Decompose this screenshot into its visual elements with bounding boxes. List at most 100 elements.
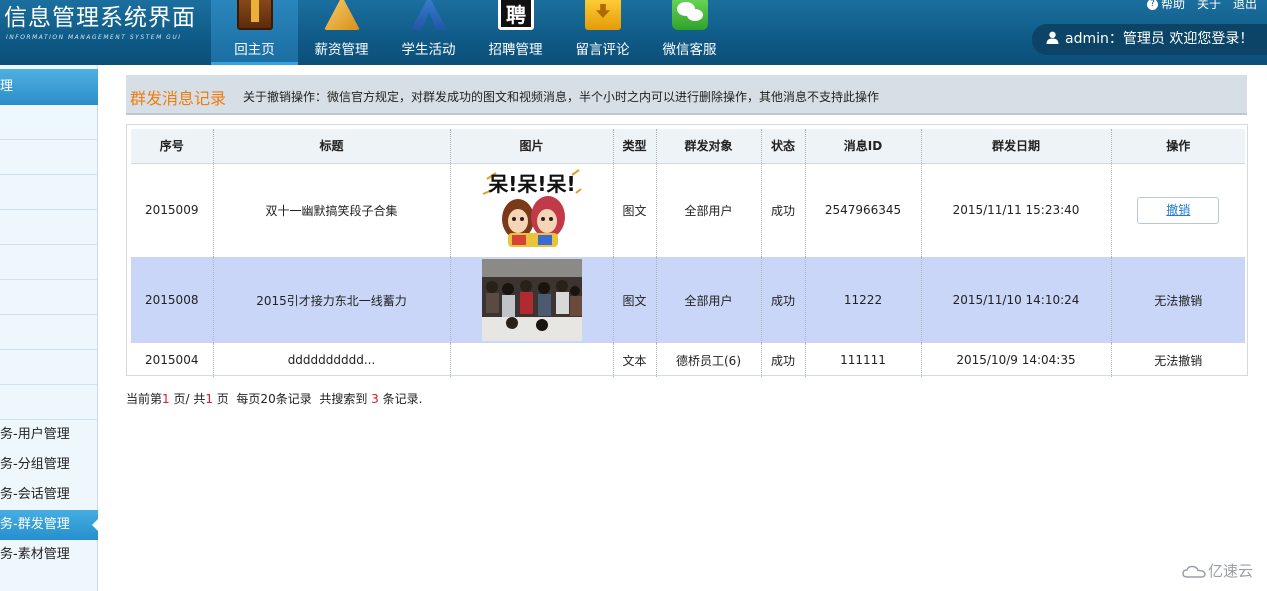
cell-target: 全部用户 <box>656 257 762 343</box>
table-header-row: 序号 标题 图片 类型 群发对象 状态 消息ID 群发日期 操作 <box>131 129 1245 164</box>
cell-date: 2015/11/11 15:23:40 <box>921 163 1112 257</box>
table-row[interactable]: 2015008 2015引才接力东北一线蓄力 图文 全部用户 成功 11222 … <box>131 257 1245 343</box>
cell-msgid: 11222 <box>805 257 922 343</box>
cloud-logo-icon <box>1182 565 1206 578</box>
logout-link[interactable]: 退出 <box>1233 0 1257 12</box>
pager-count: 3 <box>371 392 379 406</box>
sidebar-blank-item[interactable] <box>0 385 98 420</box>
cell-image: 呆!呆!呆! <box>450 163 614 257</box>
pager-current: 1 <box>162 392 170 406</box>
nav-wechat[interactable]: 微信客服 <box>646 0 733 65</box>
nav-salary-label: 薪资管理 <box>314 42 369 58</box>
cell-title: 2015引才接力东北一线蓄力 <box>213 257 451 343</box>
col-header-type[interactable]: 类型 <box>613 129 657 164</box>
sidebar-blank-item[interactable] <box>0 280 98 315</box>
nav-activity-label: 学生活动 <box>401 42 456 58</box>
nav-recruit-label: 招聘管理 <box>488 42 543 58</box>
pager-end: 条记录. <box>378 392 423 406</box>
cell-action: 无法撤销 <box>1154 353 1203 368</box>
col-header-msgid[interactable]: 消息ID <box>805 129 922 164</box>
compass-tools-icon <box>411 0 447 30</box>
nav-wechat-label: 微信客服 <box>662 42 717 58</box>
nav-home[interactable]: 回主页 <box>211 0 298 65</box>
pager-total: 1 <box>205 392 213 406</box>
watermark-text: 亿速云 <box>1208 562 1254 580</box>
cell-title: dddddddddd... <box>213 343 451 377</box>
app-subtitle: INFORMATION MANAGEMENT SYSTEM GUI <box>6 34 182 41</box>
table-row[interactable]: 2015004 dddddddddd... 文本 德桥员工(6) 成功 1111… <box>131 343 1245 377</box>
sidebar-header: 理 <box>0 69 98 105</box>
cell-image <box>450 343 614 377</box>
table-row[interactable]: 2015009 双十一幽默搞笑段子合集 呆!呆!呆! 图文 全部用户 成功 25… <box>131 163 1245 257</box>
cell-type: 文本 <box>613 343 657 377</box>
sidebar-blank-item[interactable] <box>0 245 98 280</box>
cell-msgid: 111111 <box>805 343 922 377</box>
sidebar: 理 务-用户管理 务-分组管理 务-会话管理 务-群发管理 务-素材管理 <box>0 65 98 591</box>
col-header-target[interactable]: 群发对象 <box>656 129 762 164</box>
cell-id: 2015004 <box>131 343 214 377</box>
col-header-date[interactable]: 群发日期 <box>921 129 1112 164</box>
cell-date: 2015/10/9 14:04:35 <box>921 343 1112 377</box>
help-link[interactable]: ? 帮助 <box>1146 0 1185 12</box>
cell-msgid: 2547966345 <box>805 163 922 257</box>
cell-status: 成功 <box>761 343 806 377</box>
cell-target: 全部用户 <box>656 163 762 257</box>
nav-comment[interactable]: 留言评论 <box>559 0 646 65</box>
sidebar-item-materials[interactable]: 务-素材管理 <box>0 540 98 570</box>
job-fair-crowd-photo[interactable] <box>481 259 582 341</box>
col-header-image[interactable]: 图片 <box>450 129 614 164</box>
nav-recruit[interactable]: 聘 招聘管理 <box>472 0 559 65</box>
ruler-triangle-icon <box>324 0 360 30</box>
cell-status: 成功 <box>761 257 806 343</box>
download-box-icon <box>585 0 621 30</box>
nav-salary[interactable]: 薪资管理 <box>298 0 385 65</box>
broadcast-table-container: 序号 标题 图片 类型 群发对象 状态 消息ID 群发日期 操作 2015009… <box>126 124 1248 377</box>
cell-status: 成功 <box>761 163 806 257</box>
cartoon-girls-image[interactable]: 呆!呆!呆! <box>481 169 582 252</box>
wechat-icon <box>672 0 708 30</box>
revoke-button[interactable]: 撤销 <box>1137 196 1220 224</box>
cell-type: 图文 <box>613 163 657 257</box>
sidebar-item-users[interactable]: 务-用户管理 <box>0 420 98 450</box>
sidebar-blank-item[interactable] <box>0 175 98 210</box>
top-links: ? 帮助 关于 退出 <box>1146 0 1257 12</box>
cell-date: 2015/11/10 14:10:24 <box>921 257 1112 343</box>
cell-image <box>450 257 614 343</box>
sidebar-blank-item[interactable] <box>0 350 98 385</box>
cell-action: 撤销 <box>1111 163 1245 257</box>
pager-suffix: 页 每页20条记录 共搜索到 <box>212 392 372 406</box>
sidebar-blank-item[interactable] <box>0 140 98 175</box>
sidebar-item-broadcast[interactable]: 务-群发管理 <box>0 510 98 540</box>
help-icon: ? <box>1146 0 1158 10</box>
cell-action: 无法撤销 <box>1111 257 1245 343</box>
book-icon <box>237 0 273 30</box>
recruit-character-icon: 聘 <box>498 0 534 30</box>
nav-activity[interactable]: 学生活动 <box>385 0 472 65</box>
sidebar-item-groups[interactable]: 务-分组管理 <box>0 450 98 480</box>
about-link[interactable]: 关于 <box>1197 0 1221 12</box>
cell-id: 2015009 <box>131 163 214 257</box>
sidebar-blank-item[interactable] <box>0 315 98 350</box>
nav-home-label: 回主页 <box>234 42 275 58</box>
main-nav: 回主页 薪资管理 学生活动 聘 招聘管理 留言评论 微信客服 <box>211 0 733 65</box>
nav-comment-label: 留言评论 <box>575 42 630 58</box>
col-header-title[interactable]: 标题 <box>213 129 451 164</box>
pager-prefix: 当前第 <box>126 392 163 406</box>
sidebar-blank-item[interactable] <box>0 105 98 140</box>
pager-mid: 页/ 共 <box>169 392 206 406</box>
pagination-info: 当前第1 页/ 共1 页 每页20条记录 共搜索到 3 条记录. <box>126 390 422 407</box>
watermark: 亿速云 <box>1182 560 1253 581</box>
cell-id: 2015008 <box>131 257 214 343</box>
panel-header: 群发消息记录 关于撤销操作：微信官方规定，对群发成功的图文和视频消息，半个小时之… <box>126 75 1247 115</box>
col-header-id[interactable]: 序号 <box>131 129 214 164</box>
sidebar-item-sessions[interactable]: 务-会话管理 <box>0 480 98 510</box>
user-icon <box>1046 31 1059 44</box>
col-header-action[interactable]: 操作 <box>1111 129 1245 164</box>
user-info-bar: admin：管理员 欢迎您登录！ <box>1032 24 1267 55</box>
col-header-status[interactable]: 状态 <box>761 129 806 164</box>
top-header: 信息管理系统界面 INFORMATION MANAGEMENT SYSTEM G… <box>0 0 1267 65</box>
sidebar-blank-item[interactable] <box>0 210 98 245</box>
cell-type: 图文 <box>613 257 657 343</box>
help-label: 帮助 <box>1160 0 1185 11</box>
cell-title: 双十一幽默搞笑段子合集 <box>213 163 451 257</box>
